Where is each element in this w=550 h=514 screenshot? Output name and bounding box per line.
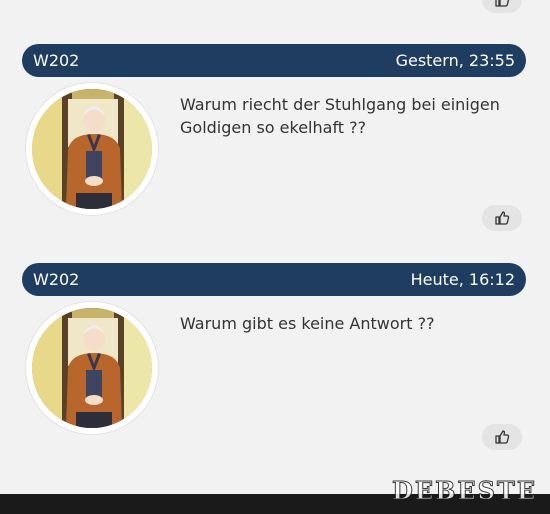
thumbs-up-icon [495,211,510,225]
user-avatar [32,308,152,428]
brand-logo: DEBESTE [392,476,538,506]
post-header: W202 Heute, 16:12 [22,263,526,296]
post-header: W202 Gestern, 23:55 [22,44,526,77]
post-timestamp: Gestern, 23:55 [395,51,515,70]
thumbs-up-icon [495,430,510,444]
post-text: Warum riecht der Stuhlgang bei einigen G… [180,95,500,137]
like-button[interactable] [482,0,522,13]
post-timestamp: Heute, 16:12 [410,270,515,289]
avatar[interactable] [26,83,158,215]
post-author[interactable]: W202 [33,51,79,70]
like-button[interactable] [482,424,522,450]
forum-thread: W202 Gestern, 23:55 Warum riecht der Stu… [0,0,550,494]
user-avatar [32,89,152,209]
post-author[interactable]: W202 [33,270,79,289]
post-text: Warum gibt es keine Antwort ?? [180,314,435,333]
thumbs-up-icon [495,0,510,7]
like-button[interactable] [482,205,522,231]
avatar[interactable] [26,302,158,434]
